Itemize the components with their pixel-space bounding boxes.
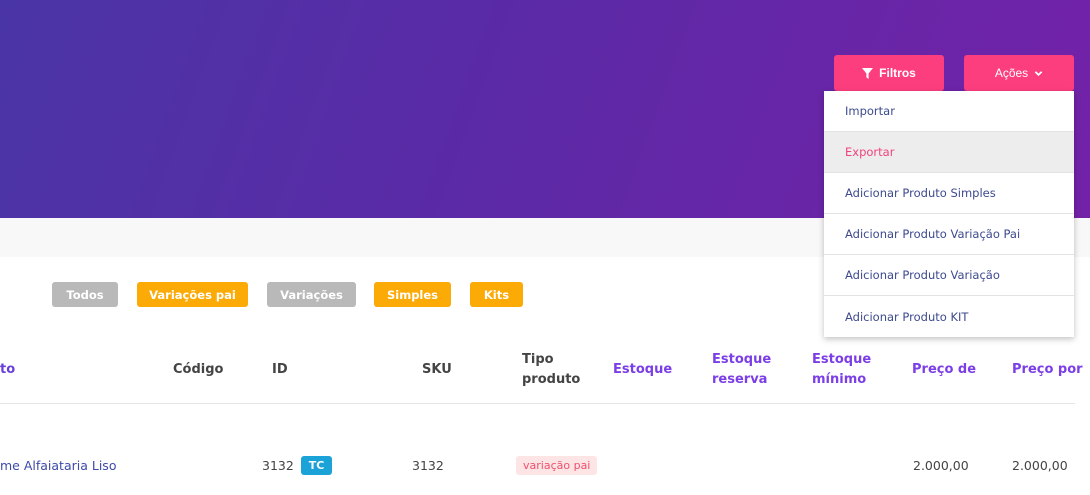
filtros-label: Filtros [879, 66, 916, 80]
column-header-produto[interactable]: to [0, 360, 15, 380]
filter-chip-simples[interactable]: Simples [374, 282, 451, 307]
filter-icon [862, 67, 874, 79]
column-header-estoque-reserva[interactable]: Estoque reserva [712, 350, 771, 390]
column-header-estoque-reserva-line1: Estoque [712, 352, 772, 367]
column-header-estoque-minimo-line1: Estoque [812, 352, 872, 367]
menu-item-adicionar-produto-simples[interactable]: Adicionar Produto Simples [824, 173, 1074, 214]
table-row-id: 3132 [262, 458, 294, 473]
menu-item-adicionar-produto-variacao[interactable]: Adicionar Produto Variação [824, 255, 1074, 296]
menu-item-adicionar-produto-variacao-pai[interactable]: Adicionar Produto Variação Pai [824, 214, 1074, 255]
filter-chip-variacoes-pai[interactable]: Variações pai [137, 282, 248, 307]
table-row-sku: 3132 [412, 458, 444, 473]
filter-chip-variacoes[interactable]: Variações [267, 282, 356, 307]
filter-chip-kits[interactable]: Kits [470, 282, 523, 307]
table-row-preco-por: 2.000,00 [1012, 458, 1068, 473]
column-header-estoque[interactable]: Estoque [613, 360, 672, 380]
column-header-estoque-minimo[interactable]: Estoque mínimo [812, 350, 871, 390]
column-header-tipo-line1: Tipo [522, 352, 554, 367]
column-header-codigo[interactable]: Código [173, 360, 223, 380]
table-header-divider [0, 403, 1075, 404]
column-header-tipo-produto[interactable]: Tipo produto [522, 350, 580, 390]
tipo-produto-badge: variação pai [516, 456, 598, 475]
column-header-estoque-reserva-line2: reserva [712, 372, 768, 387]
acoes-label: Ações [994, 66, 1029, 80]
filter-chip-todos[interactable]: Todos [52, 282, 118, 307]
filtros-button[interactable]: Filtros [834, 55, 944, 91]
table-row-preco-de: 2.000,00 [913, 458, 969, 473]
column-header-sku[interactable]: SKU [422, 360, 452, 380]
column-header-id[interactable]: ID [272, 360, 288, 380]
chevron-down-icon [1034, 69, 1043, 78]
table-row-produto-link[interactable]: me Alfaiataria Liso [0, 457, 116, 475]
column-header-estoque-minimo-line2: mínimo [812, 372, 867, 387]
acoes-button[interactable]: Ações [964, 55, 1074, 91]
column-header-tipo-line2: produto [522, 372, 581, 387]
menu-item-exportar[interactable]: Exportar [824, 132, 1074, 173]
column-header-preco-por[interactable]: Preço por [1012, 360, 1083, 380]
acoes-dropdown-menu: Importar Exportar Adicionar Produto Simp… [824, 91, 1074, 337]
menu-item-importar[interactable]: Importar [824, 91, 1074, 132]
id-tag-badge: TC [301, 456, 332, 475]
column-header-preco-de[interactable]: Preço de [912, 360, 976, 380]
menu-item-adicionar-produto-kit[interactable]: Adicionar Produto KIT [824, 296, 1074, 337]
